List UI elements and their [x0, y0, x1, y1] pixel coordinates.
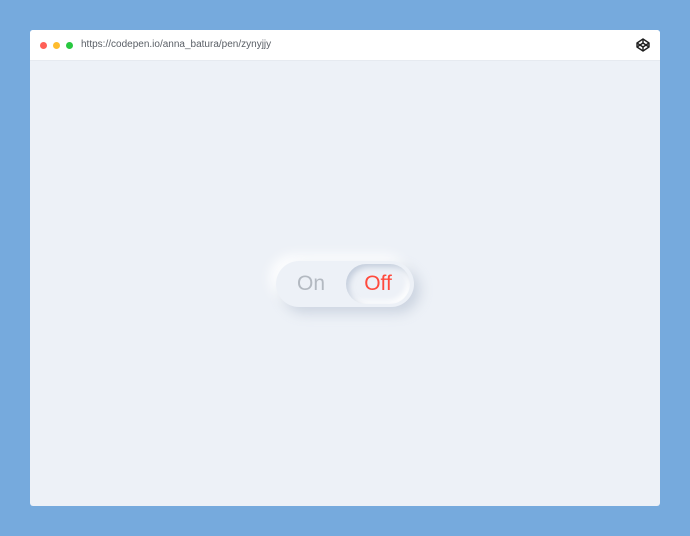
browser-window: https://codepen.io/anna_batura/pen/zynyj…	[30, 30, 660, 506]
close-window-dot[interactable]	[40, 42, 47, 49]
browser-title-bar: https://codepen.io/anna_batura/pen/zynyj…	[30, 30, 660, 61]
maximize-window-dot[interactable]	[66, 42, 73, 49]
address-bar-url[interactable]: https://codepen.io/anna_batura/pen/zynyj…	[81, 39, 271, 51]
on-off-toggle[interactable]: On Off	[276, 261, 414, 307]
minimize-window-dot[interactable]	[53, 42, 60, 49]
codepen-icon[interactable]	[636, 38, 650, 52]
toggle-option-on[interactable]: On	[280, 264, 342, 304]
toggle-option-off[interactable]: Off	[346, 264, 410, 304]
